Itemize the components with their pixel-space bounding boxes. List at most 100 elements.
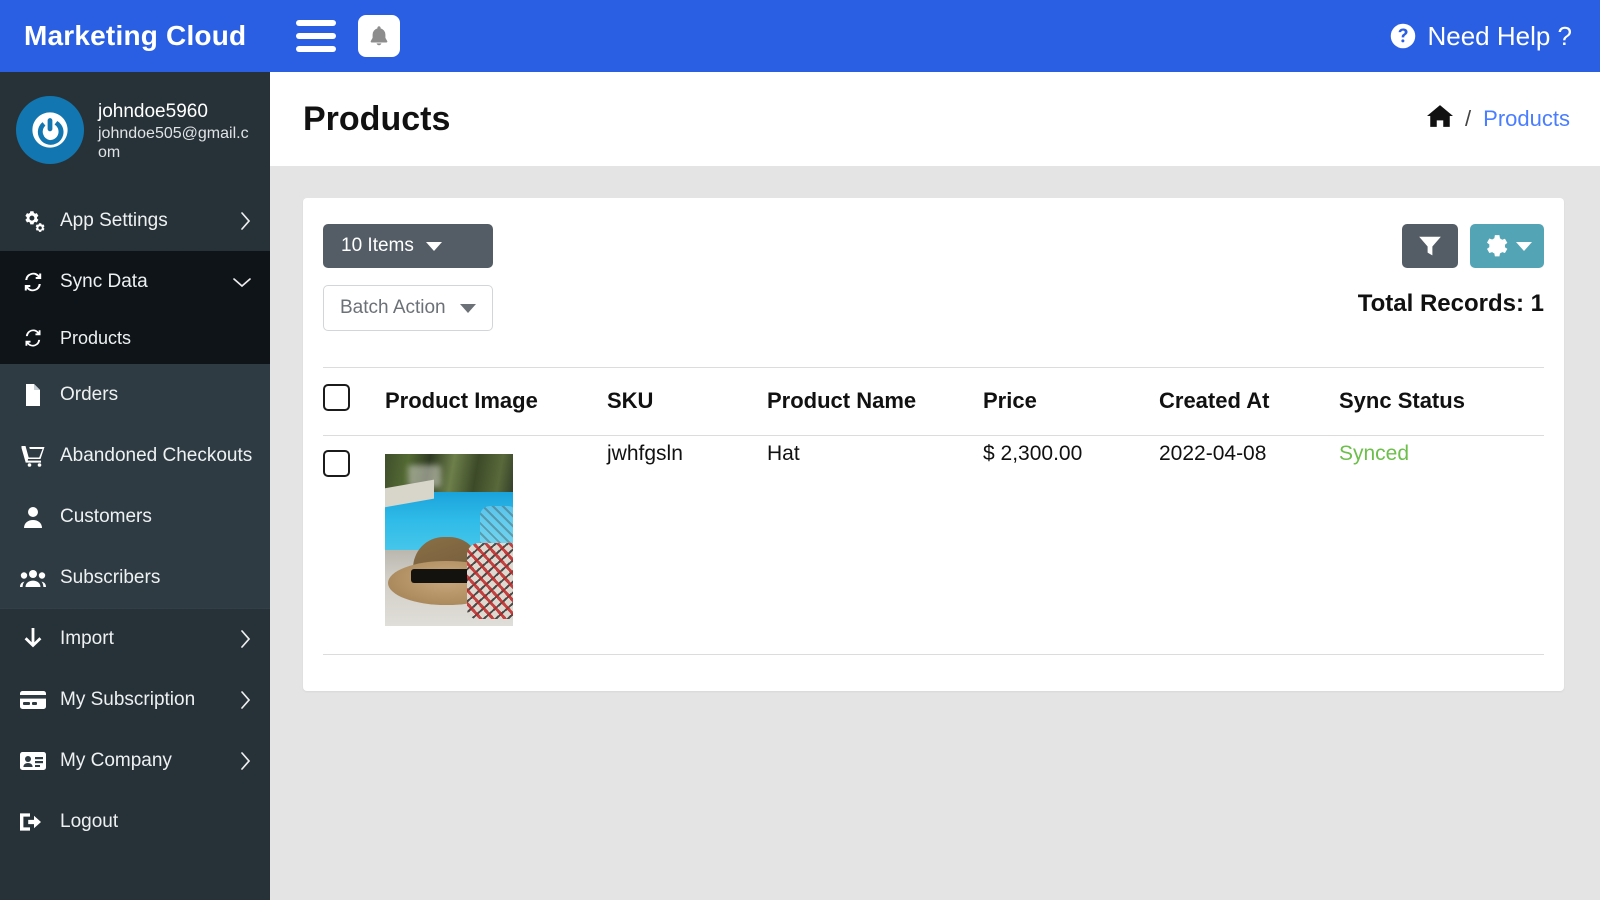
logout-icon [20, 811, 46, 833]
content-area: 10 Items Batch Action [270, 166, 1600, 900]
need-help-label: Need Help ? [1427, 21, 1572, 52]
chevron-down-icon [232, 276, 252, 288]
product-image-thumbnail[interactable] [385, 454, 513, 626]
select-all-header [323, 368, 385, 436]
question-circle-icon [1389, 22, 1417, 50]
breadcrumb-separator: / [1465, 106, 1471, 132]
sidebar-item-logout[interactable]: Logout [0, 791, 270, 852]
column-header-sku: SKU [607, 368, 767, 436]
chevron-down-icon [460, 304, 476, 313]
page-title: Products [303, 100, 450, 139]
products-table: Product Image SKU Product Name Price Cre… [323, 367, 1544, 655]
sidebar-item-label: My Company [60, 750, 226, 772]
page-header: Products / Products [270, 72, 1600, 166]
select-all-checkbox[interactable] [323, 384, 350, 411]
toolbar-icon-buttons [1402, 224, 1544, 268]
document-icon [20, 383, 46, 407]
sidebar-item-label: Customers [60, 506, 252, 528]
sync-icon [20, 270, 46, 294]
column-header-product-image: Product Image [385, 368, 607, 436]
products-card: 10 Items Batch Action [303, 198, 1564, 691]
sidebar-item-sync-data[interactable]: Sync Data [0, 251, 270, 312]
status-badge: Synced [1339, 442, 1409, 465]
row-product-image-cell [385, 436, 607, 655]
gear-icon [1482, 233, 1508, 259]
cart-icon [20, 445, 46, 467]
need-help-button[interactable]: Need Help ? [1389, 21, 1572, 52]
total-records-label: Total Records: 1 [1358, 290, 1544, 318]
sidebar-item-my-subscription[interactable]: My Subscription [0, 669, 270, 730]
column-header-sync-status: Sync Status [1339, 368, 1544, 436]
items-per-page-button[interactable]: 10 Items [323, 224, 493, 268]
profile-text: johndoe5960 johndoe505@gmail.com [98, 96, 252, 163]
items-per-page-label: 10 Items [341, 235, 414, 257]
chevron-right-icon [240, 751, 252, 771]
credit-card-icon [20, 690, 46, 710]
table-head: Product Image SKU Product Name Price Cre… [323, 368, 1544, 436]
row-created-at: 2022-04-08 [1159, 436, 1339, 655]
row-price: $ 2,300.00 [983, 436, 1159, 655]
chevron-right-icon [240, 690, 252, 710]
column-header-created-at: Created At [1159, 368, 1339, 436]
row-sync-status: Synced [1339, 436, 1544, 655]
profile-username: johndoe5960 [98, 100, 252, 124]
column-header-price: Price [983, 368, 1159, 436]
sidebar-item-label: Logout [60, 811, 252, 833]
topbar: Need Help ? [270, 0, 1600, 72]
sidebar-item-orders[interactable]: Orders [0, 364, 270, 425]
sync-icon [20, 327, 46, 349]
sidebar-item-products[interactable]: Products [0, 312, 270, 364]
hamburger-bar [296, 20, 336, 26]
row-product-name: Hat [767, 436, 983, 655]
brand-title: Marketing Cloud [0, 0, 270, 72]
batch-action-button[interactable]: Batch Action [323, 285, 493, 331]
user-icon [20, 506, 46, 528]
sidebar-item-import[interactable]: Import [0, 608, 270, 669]
users-icon [20, 568, 46, 588]
hamburger-menu-icon[interactable] [294, 14, 338, 58]
hamburger-bar [296, 46, 336, 52]
chevron-right-icon [240, 629, 252, 649]
profile-email: johndoe505@gmail.com [98, 124, 252, 163]
photo-towel [467, 543, 513, 619]
settings-button[interactable] [1470, 224, 1544, 268]
row-sku: jwhfgsln [607, 436, 767, 655]
row-select-cell [323, 436, 385, 655]
hamburger-bar [296, 33, 336, 39]
sidebar-item-label: App Settings [60, 210, 226, 232]
sidebar-item-abandoned-checkouts[interactable]: Abandoned Checkouts [0, 425, 270, 486]
chevron-down-icon [426, 242, 442, 251]
notification-button[interactable] [358, 15, 400, 57]
filter-button[interactable] [1402, 224, 1458, 268]
sidebar-nav: App Settings Sync Data [0, 190, 270, 852]
id-card-icon [20, 751, 46, 771]
chevron-down-icon [1516, 242, 1532, 251]
sidebar-item-app-settings[interactable]: App Settings [0, 190, 270, 251]
avatar [16, 96, 84, 164]
sidebar-item-label: Sync Data [60, 271, 218, 293]
toolbar-right: Total Records: 1 [1358, 224, 1544, 318]
row-checkbox[interactable] [323, 450, 350, 477]
sidebar: Marketing Cloud johndoe5960 johndoe505@g… [0, 0, 270, 900]
download-arrow-icon [20, 627, 46, 651]
power-circle-icon [28, 108, 72, 152]
chevron-right-icon [240, 211, 252, 231]
column-header-product-name: Product Name [767, 368, 983, 436]
sidebar-item-customers[interactable]: Customers [0, 486, 270, 547]
sidebar-group-main: Orders Abandoned Checkouts Customers [0, 364, 270, 608]
bell-icon [367, 24, 391, 48]
sidebar-item-label: Orders [60, 384, 252, 406]
batch-action-label: Batch Action [340, 297, 446, 319]
toolbar-left: 10 Items Batch Action [323, 224, 493, 331]
home-icon[interactable] [1427, 104, 1453, 134]
breadcrumb-current[interactable]: Products [1483, 106, 1570, 132]
sidebar-item-label: Subscribers [60, 567, 252, 589]
sidebar-item-subscribers[interactable]: Subscribers [0, 547, 270, 608]
app-root: Marketing Cloud johndoe5960 johndoe505@g… [0, 0, 1600, 900]
sidebar-item-label: Abandoned Checkouts [60, 445, 252, 467]
sidebar-item-label: Products [60, 328, 252, 349]
table-row: jwhfgsln Hat $ 2,300.00 2022-04-08 Synce… [323, 436, 1544, 655]
sidebar-item-label: My Subscription [60, 689, 226, 711]
sidebar-item-my-company[interactable]: My Company [0, 730, 270, 791]
main-area: Need Help ? Products / Products 10 Items [270, 0, 1600, 900]
